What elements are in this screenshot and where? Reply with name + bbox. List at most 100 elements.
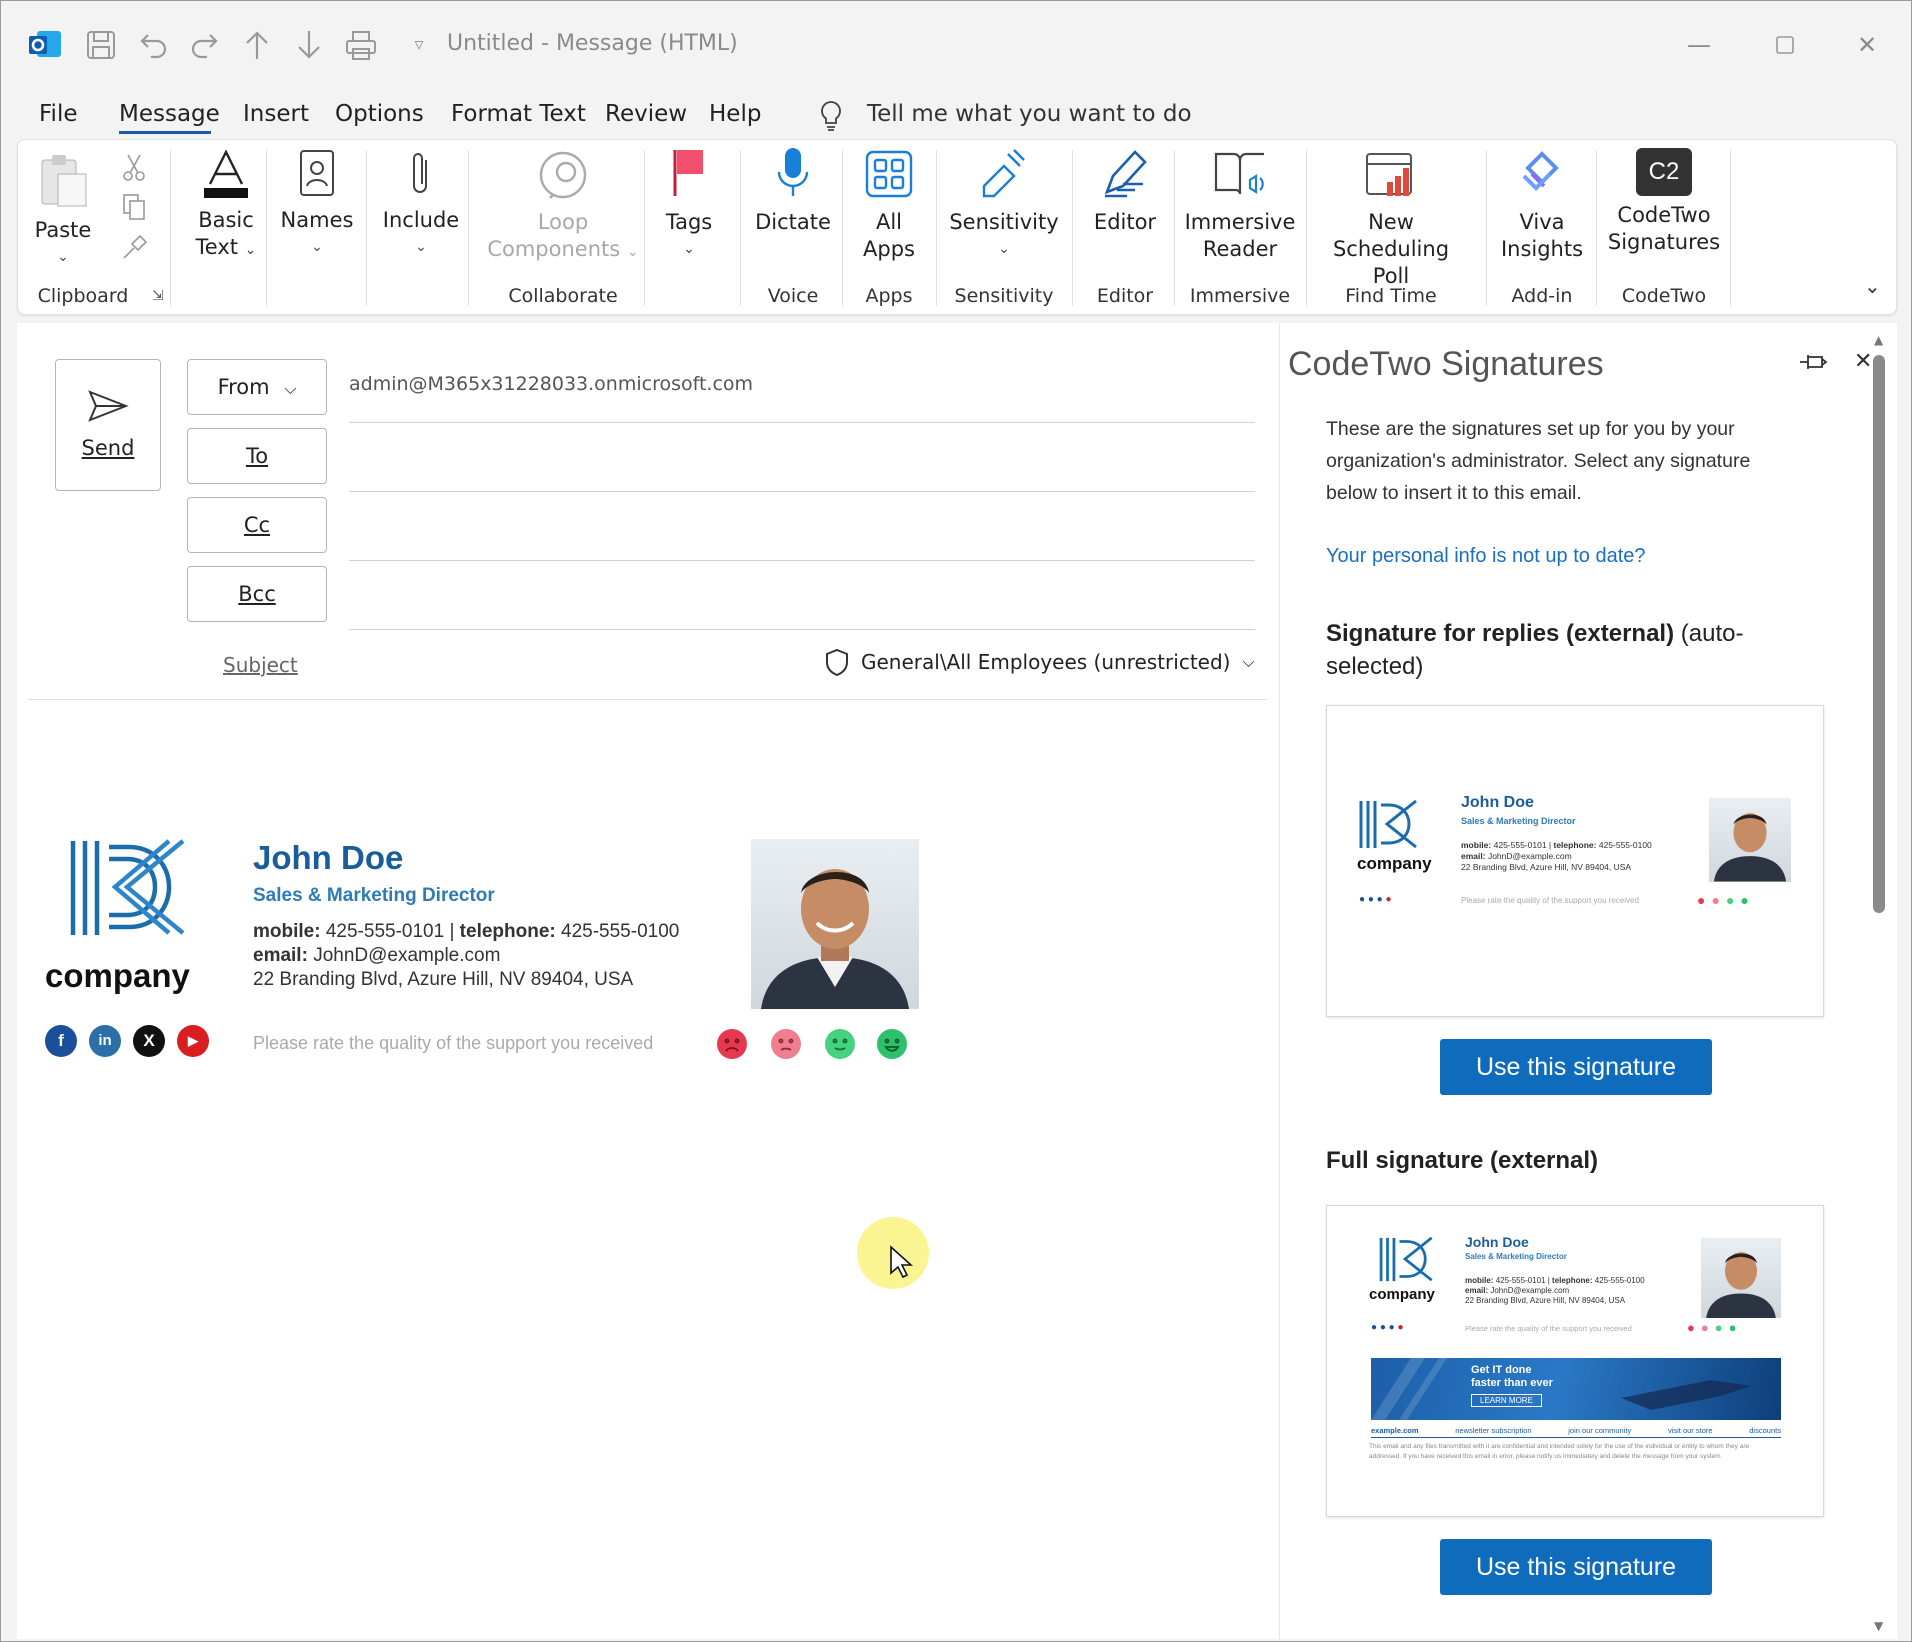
youtube-icon[interactable]: ▶ [177,1025,209,1057]
tell-me-search[interactable]: Tell me what you want to do [867,101,1192,127]
telephone-value: 425-555-0100 [1598,840,1652,850]
codetwo-label-2: Signatures [1607,230,1721,254]
to-button[interactable]: To [187,428,327,484]
cc-input[interactable] [349,503,1255,559]
separator [1486,150,1487,306]
print-icon[interactable] [343,27,379,63]
dictate-button[interactable]: Dictate [748,146,838,236]
footer-link[interactable]: newsletter subscription [1455,1426,1531,1435]
undo-icon[interactable] [135,27,171,63]
email-value[interactable]: JohnD@example.com [313,945,500,966]
footer-link[interactable]: join our community [1568,1426,1631,1435]
to-input[interactable] [349,433,1255,491]
names-button[interactable]: Names ⌄ [276,148,358,261]
sensitivity-button[interactable]: Sensitivity ⌄ [944,146,1064,263]
message-body[interactable] [17,703,1279,1633]
down-arrow-icon[interactable] [291,27,327,63]
tab-format-text[interactable]: Format Text [451,101,586,127]
cut-icon[interactable] [120,152,148,186]
viva-insights-button[interactable]: Viva Insights [1494,146,1590,263]
very-happy-face-icon[interactable] [877,1029,907,1059]
dialog-launcher-icon[interactable]: ⇲ [152,288,164,304]
tab-insert[interactable]: Insert [243,101,309,127]
format-painter-icon[interactable] [120,232,150,266]
send-label: Send [81,436,135,460]
group-sensitivity: Sensitivity [954,285,1054,307]
send-button[interactable]: Send [55,359,161,491]
customize-qat-icon[interactable]: ▿ [401,27,437,63]
pin-icon[interactable] [1798,351,1828,379]
footer-link[interactable]: visit our store [1668,1426,1713,1435]
apps-grid-icon [865,150,913,198]
use-signature-1-button[interactable]: Use this signature [1440,1039,1712,1095]
bcc-input[interactable] [349,573,1255,629]
footer-link[interactable]: example.com [1371,1426,1419,1435]
banner-learn-more: LEARN MORE [1471,1394,1542,1407]
signature-2-preview[interactable]: company ● ● ● ● John Doe Sales & Marketi… [1326,1205,1824,1517]
linkedin-icon[interactable]: in [89,1025,121,1057]
send-icon [88,390,129,422]
basic-text-button[interactable]: Basic Text ⌄ [178,148,274,264]
scheduling-poll-button[interactable]: New Scheduling Poll [1314,146,1468,290]
ribbon-expand-icon[interactable]: ⌄ [1864,274,1881,298]
redo-icon[interactable] [187,27,223,63]
editor-button[interactable]: Editor [1080,146,1170,236]
facebook-icon[interactable]: f [45,1025,77,1057]
company-logo-mark [1359,799,1417,849]
tab-options[interactable]: Options [335,101,424,127]
scroll-up-icon[interactable]: ▲ [1874,333,1883,347]
tab-review[interactable]: Review [605,101,687,127]
dictate-label: Dictate [755,210,831,234]
pane-intro: These are the signatures set up for you … [1326,418,1751,504]
active-tab-indicator [119,131,211,134]
from-button[interactable]: From ⌵ [187,359,327,415]
paste-icon [41,155,87,207]
personal-info-link[interactable]: Your personal info is not up to date? [1326,545,1646,568]
address-book-icon [300,150,334,196]
use-signature-2-button[interactable]: Use this signature [1440,1539,1712,1595]
basic-text-label: Basic [198,208,254,232]
tab-help[interactable]: Help [709,101,761,127]
all-apps-label: All [875,210,903,234]
bcc-button[interactable]: Bcc [187,566,327,622]
codetwo-signatures-button[interactable]: C2 CodeTwo Signatures [1604,146,1724,256]
outlook-app-icon [27,27,63,63]
poll-label-2: Scheduling Poll [1332,237,1450,288]
subject-input[interactable] [347,641,797,689]
promo-banner[interactable]: Get IT done faster than ever LEARN MORE [1371,1358,1781,1420]
very-unhappy-face-icon[interactable] [717,1029,747,1059]
tab-message[interactable]: Message [119,101,220,127]
up-arrow-icon[interactable] [239,27,275,63]
disclaimer: This email and any files transmitted wit… [1369,1443,1750,1460]
tab-file[interactable]: File [39,101,78,127]
sensitivity-dropdown[interactable]: General\All Employees (unrestricted) ⌵ [823,647,1255,677]
cc-button[interactable]: Cc [187,497,327,553]
minimize-icon[interactable]: — [1679,25,1719,65]
signature-1-preview[interactable]: company ● ● ● ● John Doe Sales & Marketi… [1326,705,1824,1017]
unhappy-face-icon[interactable] [771,1029,801,1059]
separator [170,150,171,306]
email-value: JohnD@example.com [1487,851,1572,861]
loop-components-button[interactable]: Loop Components ⌄ [478,148,648,266]
scrollbar-thumb[interactable] [1873,355,1885,913]
all-apps-button[interactable]: All Apps [850,146,928,263]
telephone-label: telephone: [1553,840,1597,850]
immersive-reader-button[interactable]: Immersive Reader [1180,146,1300,263]
immersive-label-2: Reader [1202,237,1278,261]
include-button[interactable]: Include ⌄ [376,148,466,261]
footer-link[interactable]: discounts [1749,1426,1781,1435]
close-pane-icon[interactable]: ✕ [1854,349,1872,374]
copy-icon[interactable] [120,192,148,226]
telephone-label: telephone: [459,921,556,942]
x-twitter-icon[interactable]: X [133,1025,165,1057]
divider [349,491,1255,492]
scroll-down-icon[interactable]: ▼ [1874,1619,1883,1633]
close-icon[interactable]: ✕ [1847,25,1887,65]
save-icon[interactable] [83,27,119,63]
tags-button[interactable]: Tags ⌄ [654,146,724,263]
paste-button[interactable]: Paste ⌄ [30,152,96,271]
company-logo-text: company [1357,854,1432,873]
maximize-icon[interactable] [1765,25,1805,65]
lightbulb-icon [817,99,845,137]
happy-face-icon[interactable] [825,1029,855,1059]
